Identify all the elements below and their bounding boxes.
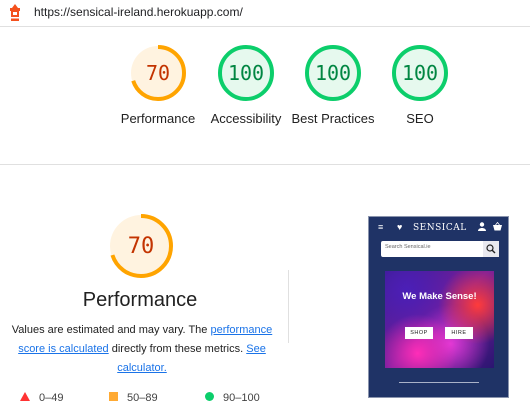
screenshot-search-placeholder: Search Sensical.ie [385, 244, 431, 250]
best-practices-gauge[interactable]: 100 [303, 43, 363, 103]
lighthouse-icon [8, 4, 22, 22]
legend-pass: 90–100 [205, 390, 260, 406]
accessibility-gauge[interactable]: 100 [216, 43, 276, 103]
screenshot-hero-title: We Make Sense! [402, 291, 477, 302]
legend-fail-label: 0–49 [39, 392, 64, 404]
separator [288, 270, 289, 343]
final-screenshot[interactable]: ≡ ♥ SENSICAL Search Sensical.ie We Make … [368, 216, 509, 398]
legend-average: 50–89 [109, 390, 158, 406]
legend-pass-label: 90–100 [223, 392, 260, 404]
accessibility-score: 100 [227, 61, 265, 85]
legend-average-label: 50–89 [127, 392, 158, 404]
performance-detail-gauge: 70 [107, 212, 175, 280]
performance-description: Values are estimated and may vary. The p… [6, 321, 278, 378]
seo-score: 100 [401, 61, 439, 85]
square-icon [109, 392, 118, 404]
divider [0, 164, 530, 165]
page-url[interactable]: https://sensical-ireland.herokuapp.com/ [34, 5, 243, 19]
user-icon [478, 222, 486, 233]
performance-score: 70 [145, 61, 171, 85]
menu-icon: ≡ [378, 222, 384, 232]
screenshot-shop-button: SHOP [405, 327, 433, 339]
screenshot-navbar: ≡ ♥ SENSICAL [369, 217, 508, 239]
url-bar: https://sensical-ireland.herokuapp.com/ [0, 0, 530, 26]
performance-label[interactable]: Performance [108, 110, 208, 128]
performance-title: Performance [82, 289, 198, 311]
description-text: directly from these metrics. [108, 343, 247, 355]
screenshot-search: Search Sensical.ie [381, 241, 499, 257]
triangle-icon [20, 392, 30, 404]
screenshot-divider [399, 382, 479, 383]
performance-gauge[interactable]: 70 [128, 43, 188, 103]
screenshot-hero-image: We Make Sense! SHOP HIRE [385, 271, 494, 368]
accessibility-label[interactable]: Accessibility [196, 110, 296, 128]
heart-icon: ♥ [397, 222, 403, 232]
screenshot-hire-button: HIRE [445, 327, 473, 339]
search-icon [483, 241, 499, 257]
description-text: Values are estimated and may vary. The [11, 324, 211, 336]
screenshot-brand: SENSICAL [413, 223, 467, 233]
performance-detail-score: 70 [127, 233, 155, 259]
divider [0, 26, 530, 27]
best-practices-score: 100 [314, 61, 352, 85]
circle-icon [205, 392, 214, 404]
basket-icon [493, 221, 502, 233]
seo-label[interactable]: SEO [370, 110, 470, 128]
best-practices-label[interactable]: Best Practices [283, 110, 383, 128]
legend-fail: 0–49 [20, 390, 63, 406]
seo-gauge[interactable]: 100 [390, 43, 450, 103]
